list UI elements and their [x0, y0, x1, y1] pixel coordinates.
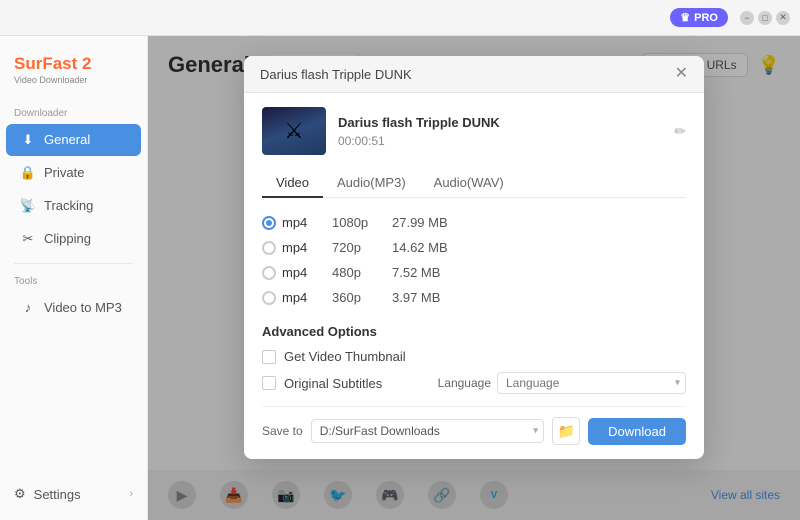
radio-circle-360p[interactable] [262, 291, 276, 305]
settings-icon: ⚙ [14, 486, 26, 502]
topbar: ♛ PRO − □ ✕ [0, 0, 800, 36]
video-meta: Darius flash Tripple DUNK 00:00:51 [338, 115, 662, 148]
modal-title: Darius flash Tripple DUNK [260, 67, 412, 82]
format-1080p: mp4 [282, 215, 307, 230]
thumbnail-label: Get Video Thumbnail [284, 349, 406, 364]
res-720p: 720p [332, 240, 392, 255]
sidebar-item-tracking[interactable]: 📡 Tracking [6, 190, 141, 222]
language-label: Language [438, 376, 491, 390]
tools-section-label: Tools [0, 272, 147, 291]
close-window-button[interactable]: ✕ [776, 11, 790, 25]
tab-video[interactable]: Video [262, 169, 323, 198]
minimize-button[interactable]: − [740, 11, 754, 25]
download-icon: ⬇ [20, 132, 36, 148]
app-name: SurFast 2 [14, 54, 92, 74]
save-chevron-icon: ▾ [533, 426, 538, 437]
sidebar-item-clipping[interactable]: ✂ Clipping [6, 223, 141, 255]
sidebar-item-general[interactable]: ⬇ General [6, 124, 141, 156]
app-subtitle: Video Downloader [14, 75, 92, 86]
quality-item-1080p: mp4 1080p 27.99 MB [262, 210, 686, 235]
quality-item-360p: mp4 360p 3.97 MB [262, 285, 686, 310]
subtitles-option-row: Original Subtitles Language ▾ [262, 372, 686, 394]
format-480p: mp4 [282, 265, 307, 280]
advanced-options-title: Advanced Options [262, 324, 686, 339]
tracking-icon: 📡 [20, 198, 36, 214]
quality-item-480p: mp4 480p 7.52 MB [262, 260, 686, 285]
crown-icon: ♛ [680, 11, 690, 24]
tab-audio-wav[interactable]: Audio(WAV) [420, 169, 518, 198]
save-path-input[interactable] [311, 419, 544, 443]
video-name: Darius flash Tripple DUNK [338, 115, 662, 130]
thumb-char: ⚔ [284, 118, 304, 144]
sidebar-divider [14, 263, 133, 264]
pro-badge[interactable]: ♛ PRO [670, 8, 728, 27]
browse-folder-button[interactable]: 📁 [552, 417, 580, 445]
quality-item-720p: mp4 720p 14.62 MB [262, 235, 686, 260]
modal-body: ⚔ Darius flash Tripple DUNK 00:00:51 ✏ V… [244, 93, 704, 459]
format-tabs: Video Audio(MP3) Audio(WAV) [262, 169, 686, 198]
radio-720p[interactable]: mp4 [262, 240, 332, 255]
app-logo: SurFast 2 Video Downloader [0, 46, 147, 102]
radio-circle-720p[interactable] [262, 241, 276, 255]
sidebar-item-general-label: General [44, 132, 90, 147]
res-360p: 360p [332, 290, 392, 305]
music-icon: ♪ [20, 300, 36, 316]
download-button[interactable]: Download [588, 418, 686, 445]
size-1080p: 27.99 MB [392, 215, 448, 230]
download-modal: Darius flash Tripple DUNK ✕ ⚔ Darius fla… [244, 56, 704, 459]
size-360p: 3.97 MB [392, 290, 440, 305]
modal-overlay: Darius flash Tripple DUNK ✕ ⚔ Darius fla… [148, 36, 800, 520]
sidebar-item-clipping-label: Clipping [44, 231, 91, 246]
edit-icon[interactable]: ✏ [674, 123, 686, 140]
settings-label: Settings [34, 487, 81, 502]
thumb-inner: ⚔ [262, 107, 326, 155]
tab-audio-mp3[interactable]: Audio(MP3) [323, 169, 420, 198]
maximize-button[interactable]: □ [758, 11, 772, 25]
folder-icon: 📁 [557, 423, 574, 440]
radio-480p[interactable]: mp4 [262, 265, 332, 280]
radio-1080p[interactable]: mp4 [262, 215, 332, 230]
lock-icon: 🔒 [20, 165, 36, 181]
radio-circle-1080p[interactable] [262, 216, 276, 230]
res-1080p: 1080p [332, 215, 392, 230]
sidebar-item-tracking-label: Tracking [44, 198, 93, 213]
language-wrapper: ▾ [497, 372, 686, 394]
clipping-icon: ✂ [20, 231, 36, 247]
size-720p: 14.62 MB [392, 240, 448, 255]
settings-item[interactable]: ⚙ Settings › [0, 478, 147, 510]
video-info-row: ⚔ Darius flash Tripple DUNK 00:00:51 ✏ [262, 107, 686, 155]
video-duration: 00:00:51 [338, 134, 662, 148]
settings-arrow: › [129, 488, 133, 500]
video-thumbnail: ⚔ [262, 107, 326, 155]
sidebar: SurFast 2 Video Downloader Downloader ⬇ … [0, 36, 148, 520]
radio-circle-480p[interactable] [262, 266, 276, 280]
sidebar-item-video-to-mp3[interactable]: ♪ Video to MP3 [6, 292, 141, 324]
language-input[interactable] [497, 372, 686, 394]
sidebar-item-private-label: Private [44, 165, 84, 180]
subtitles-checkbox[interactable] [262, 376, 276, 390]
pro-label: PRO [694, 12, 718, 24]
save-row: Save to ▾ 📁 Download [262, 406, 686, 445]
format-720p: mp4 [282, 240, 307, 255]
format-360p: mp4 [282, 290, 307, 305]
downloader-section-label: Downloader [0, 102, 147, 123]
quality-list: mp4 1080p 27.99 MB mp4 720p 14.62 MB [262, 210, 686, 310]
save-to-label: Save to [262, 424, 303, 438]
res-480p: 480p [332, 265, 392, 280]
language-selector: Language ▾ [438, 372, 686, 394]
sidebar-item-video-to-mp3-label: Video to MP3 [44, 300, 122, 315]
save-path-wrap: ▾ [311, 419, 544, 443]
radio-360p[interactable]: mp4 [262, 290, 332, 305]
size-480p: 7.52 MB [392, 265, 440, 280]
modal-close-button[interactable]: ✕ [675, 66, 688, 82]
thumbnail-option-row: Get Video Thumbnail [262, 349, 686, 364]
modal-header: Darius flash Tripple DUNK ✕ [244, 56, 704, 93]
subtitles-label: Original Subtitles [284, 376, 382, 391]
thumbnail-checkbox[interactable] [262, 350, 276, 364]
sidebar-item-private[interactable]: 🔒 Private [6, 157, 141, 189]
